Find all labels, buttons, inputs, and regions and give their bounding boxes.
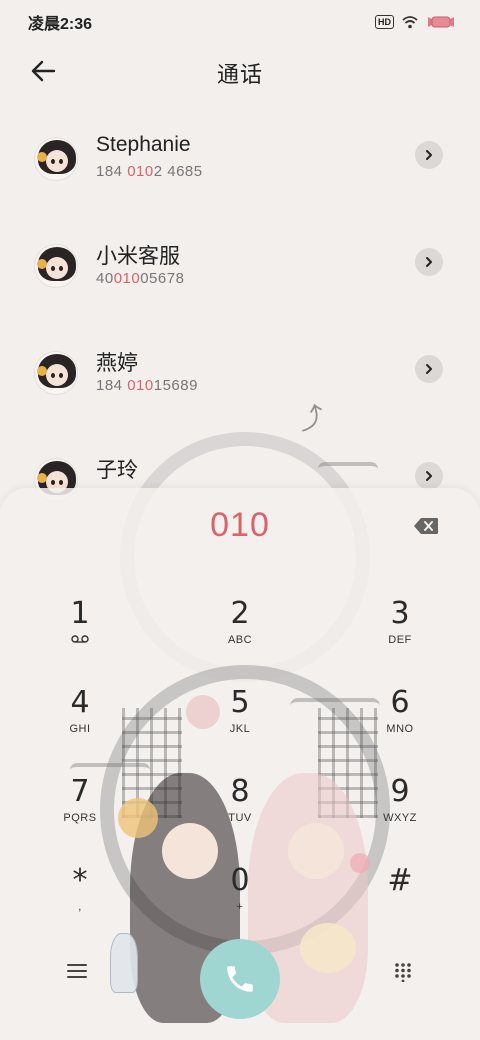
dial-key-star[interactable]: * , — [20, 857, 140, 935]
dial-key-1[interactable]: 1 — [20, 590, 140, 668]
dial-key-4[interactable]: 4 GHI — [20, 679, 140, 757]
hd-voice-icon: HD — [375, 15, 394, 29]
contact-item[interactable]: 小米客服 4001005678 — [0, 224, 480, 324]
avatar — [34, 137, 78, 181]
dial-key-0[interactable]: 0 + — [180, 857, 300, 935]
chevron-right-icon — [426, 257, 432, 267]
dial-number-display[interactable]: 010 — [0, 506, 480, 545]
wifi-icon — [402, 16, 418, 29]
contact-name: 子玲 — [96, 459, 138, 482]
match-highlight: 010 — [113, 270, 141, 287]
dial-key-5[interactable]: 5 JKL — [180, 679, 300, 757]
menu-icon[interactable] — [66, 962, 88, 980]
contact-detail-button[interactable] — [415, 462, 443, 490]
chevron-right-icon — [426, 150, 432, 160]
contact-name: 小米客服 — [96, 245, 180, 268]
contact-name: 燕婷 — [96, 352, 138, 375]
chevron-right-icon — [426, 364, 432, 374]
contact-number: 184 0102 4685 — [96, 163, 203, 180]
contact-item[interactable]: Stephanie 184 0102 4685 — [0, 117, 480, 217]
contact-name: Stephanie — [96, 133, 191, 156]
avatar — [34, 244, 78, 288]
backspace-icon[interactable] — [413, 517, 439, 535]
header: 通话 — [0, 48, 480, 94]
dial-key-8[interactable]: 8 TUV — [180, 768, 300, 846]
dial-key-9[interactable]: 9 WXYZ — [340, 768, 460, 846]
call-button[interactable] — [200, 939, 280, 1019]
avatar — [34, 351, 78, 395]
phone-icon — [227, 966, 253, 992]
dial-key-3[interactable]: 3 DEF — [340, 590, 460, 668]
dial-key-6[interactable]: 6 MNO — [340, 679, 460, 757]
battery-icon — [428, 16, 454, 28]
dial-key-2[interactable]: 2 ABC — [180, 590, 300, 668]
dial-key-7[interactable]: 7 PQRS — [20, 768, 140, 846]
contact-detail-button[interactable] — [415, 141, 443, 169]
keypad-icon[interactable] — [393, 962, 413, 982]
contact-item[interactable]: 燕婷 184 01015689 — [0, 331, 480, 431]
match-highlight: 010 — [127, 163, 154, 180]
page-title: 通话 — [216, 62, 263, 87]
contact-number: 4001005678 — [96, 270, 185, 287]
status-time: 凌晨2:36 — [28, 16, 93, 33]
match-highlight: 010 — [127, 377, 154, 394]
dialpad-panel: 010 1 2 ABC 3 DEF 4 GHI 5 JKL 6 MNO 7 PQ… — [0, 488, 480, 1040]
dialpad-bottom-bar — [0, 932, 480, 1022]
dial-key-hash[interactable]: # — [340, 857, 460, 935]
contact-detail-button[interactable] — [415, 355, 443, 383]
contact-number: 184 01015689 — [96, 377, 198, 394]
voicemail-icon — [71, 635, 89, 643]
chevron-right-icon — [426, 471, 432, 481]
contact-detail-button[interactable] — [415, 248, 443, 276]
status-icons: HD — [375, 15, 456, 29]
status-bar: 凌晨2:36 HD — [0, 0, 480, 44]
